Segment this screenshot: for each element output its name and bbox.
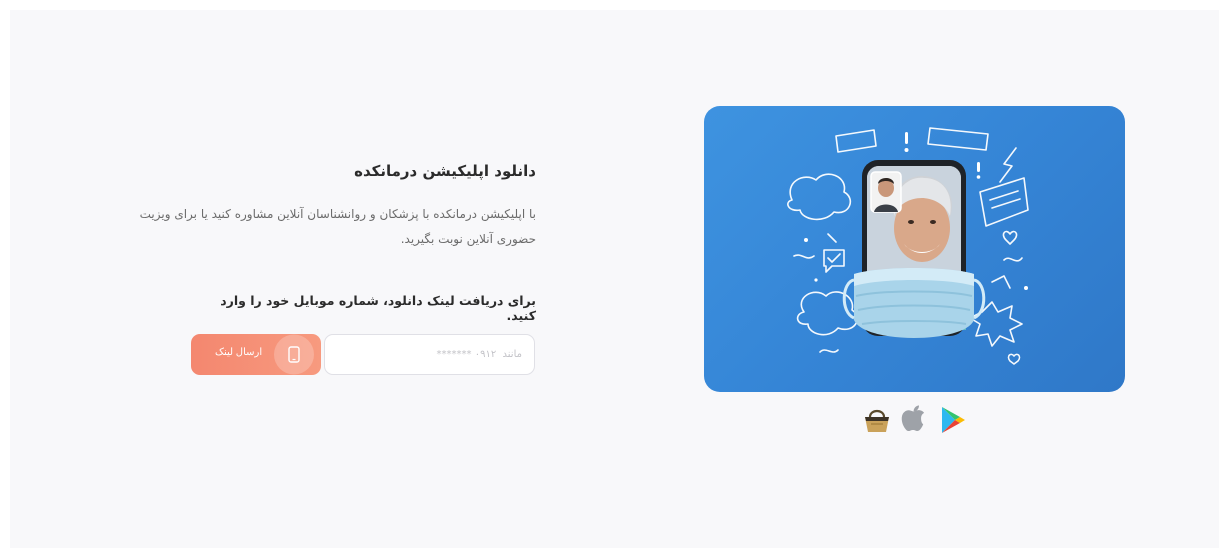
apple-app-store-icon[interactable] [900,405,928,439]
mobile-number-input[interactable] [324,334,535,375]
app-hero-illustration [704,106,1125,392]
bazaar-icon[interactable] [862,405,892,439]
send-link-label: ارسال لینک [215,347,263,358]
google-play-icon[interactable] [938,405,966,439]
mobile-phone-icon [269,334,319,375]
app-store-links [862,405,966,437]
send-link-button[interactable]: ارسال لینک [191,334,321,375]
download-link-prompt: برای دریافت لینک دانلود، شماره موبایل خو… [220,293,536,323]
app-description: با اپلیکیشن درمانکده با پزشکان و روانشنا… [139,207,536,246]
page-title: دانلود اپلیکیشن درمانکده [354,162,536,180]
